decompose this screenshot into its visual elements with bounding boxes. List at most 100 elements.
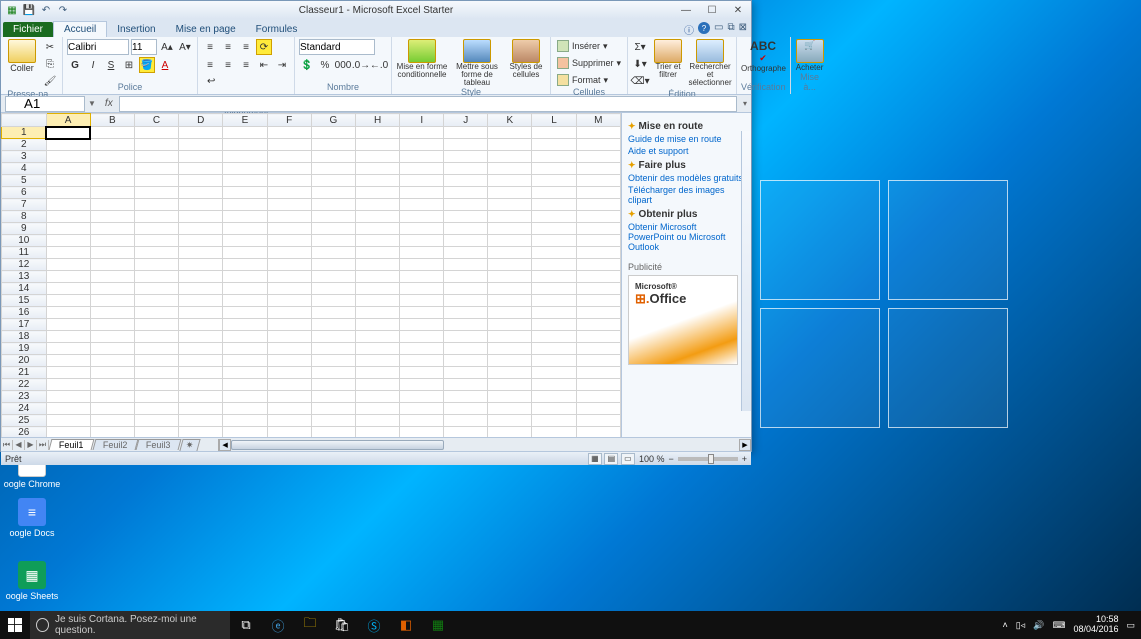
desktop-icon-google-sheets[interactable]: ▦ oogle Sheets (2, 561, 62, 601)
cell[interactable] (223, 331, 267, 343)
row-header[interactable]: 21 (2, 367, 47, 379)
cell[interactable] (179, 427, 223, 438)
cell[interactable] (179, 235, 223, 247)
cell[interactable] (90, 331, 134, 343)
cell[interactable] (576, 295, 620, 307)
cell[interactable] (488, 319, 532, 331)
cell[interactable] (90, 223, 134, 235)
cell[interactable] (532, 403, 576, 415)
column-header[interactable]: K (488, 114, 532, 127)
cell[interactable] (267, 127, 311, 139)
cell[interactable] (356, 391, 400, 403)
row-header[interactable]: 5 (2, 175, 47, 187)
cell[interactable] (267, 211, 311, 223)
cell[interactable] (46, 307, 90, 319)
cell[interactable] (134, 139, 178, 151)
cell[interactable] (444, 163, 488, 175)
formula-input[interactable] (119, 96, 737, 112)
cell[interactable] (90, 151, 134, 163)
cell[interactable] (311, 427, 355, 438)
cell[interactable] (444, 139, 488, 151)
cell[interactable] (267, 139, 311, 151)
cell[interactable] (223, 271, 267, 283)
cell[interactable] (576, 427, 620, 438)
insert-cells-button[interactable]: Insérer ▾ (555, 39, 610, 53)
decrease-font-icon[interactable]: A▾ (177, 39, 193, 55)
cell[interactable] (134, 307, 178, 319)
number-format-combo[interactable] (299, 39, 375, 55)
cell[interactable] (576, 187, 620, 199)
cell[interactable] (223, 283, 267, 295)
tab-formulas[interactable]: Formules (246, 22, 308, 37)
cell[interactable] (179, 247, 223, 259)
cell[interactable] (179, 271, 223, 283)
cell[interactable] (90, 415, 134, 427)
cell[interactable] (311, 367, 355, 379)
cell[interactable] (356, 367, 400, 379)
column-header[interactable]: L (532, 114, 576, 127)
cell[interactable] (444, 331, 488, 343)
cell[interactable] (223, 427, 267, 438)
cell[interactable] (311, 223, 355, 235)
view-normal-icon[interactable]: ▦ (588, 453, 602, 465)
row-header[interactable]: 11 (2, 247, 47, 259)
cell[interactable] (532, 199, 576, 211)
cell[interactable] (311, 247, 355, 259)
cell[interactable] (400, 379, 444, 391)
row-header[interactable]: 23 (2, 391, 47, 403)
sheet-nav-prev-icon[interactable]: ◀ (13, 440, 25, 450)
cell[interactable] (356, 187, 400, 199)
format-painter-icon[interactable]: 🖌 (42, 73, 58, 89)
cell[interactable] (134, 211, 178, 223)
cell[interactable] (223, 319, 267, 331)
cell[interactable] (223, 295, 267, 307)
row-header[interactable]: 24 (2, 403, 47, 415)
row-header[interactable]: 1 (2, 127, 47, 139)
cell[interactable] (134, 283, 178, 295)
cell[interactable] (444, 127, 488, 139)
cell[interactable] (400, 223, 444, 235)
cell[interactable] (311, 211, 355, 223)
cell[interactable] (90, 355, 134, 367)
cell[interactable] (444, 151, 488, 163)
column-header[interactable]: C (134, 114, 178, 127)
cell[interactable] (444, 259, 488, 271)
cell[interactable] (576, 163, 620, 175)
cell[interactable] (223, 379, 267, 391)
cell[interactable] (400, 235, 444, 247)
cell[interactable] (267, 379, 311, 391)
row-header[interactable]: 4 (2, 163, 47, 175)
cell[interactable] (179, 355, 223, 367)
fx-icon[interactable]: fx (99, 98, 119, 109)
cell[interactable] (311, 355, 355, 367)
cell[interactable] (576, 379, 620, 391)
cell[interactable] (267, 151, 311, 163)
column-header[interactable]: G (311, 114, 355, 127)
cell[interactable] (532, 283, 576, 295)
cell[interactable] (311, 403, 355, 415)
cell[interactable] (532, 355, 576, 367)
cell[interactable] (134, 187, 178, 199)
row-header[interactable]: 7 (2, 199, 47, 211)
cell[interactable] (46, 367, 90, 379)
cell[interactable] (267, 175, 311, 187)
increase-font-icon[interactable]: A▴ (159, 39, 175, 55)
tray-volume-icon[interactable]: 🔊 (1033, 620, 1044, 631)
cell[interactable] (488, 175, 532, 187)
tray-chevron-icon[interactable]: ˄ (1002, 620, 1007, 630)
cell[interactable] (311, 331, 355, 343)
cell[interactable] (311, 343, 355, 355)
cell[interactable] (46, 271, 90, 283)
restore-window-icon[interactable]: ⧉ (727, 22, 734, 37)
cell[interactable] (356, 211, 400, 223)
cell[interactable] (576, 175, 620, 187)
spelling-button[interactable]: ABC ✔ Orthographe (741, 39, 785, 73)
bold-button[interactable]: G (67, 57, 83, 73)
cell[interactable] (488, 247, 532, 259)
cell[interactable] (90, 127, 134, 139)
align-right-icon[interactable]: ≡ (238, 57, 254, 73)
cell[interactable] (488, 187, 532, 199)
cell[interactable] (576, 331, 620, 343)
cell[interactable] (400, 367, 444, 379)
tab-home[interactable]: Accueil (53, 21, 107, 37)
